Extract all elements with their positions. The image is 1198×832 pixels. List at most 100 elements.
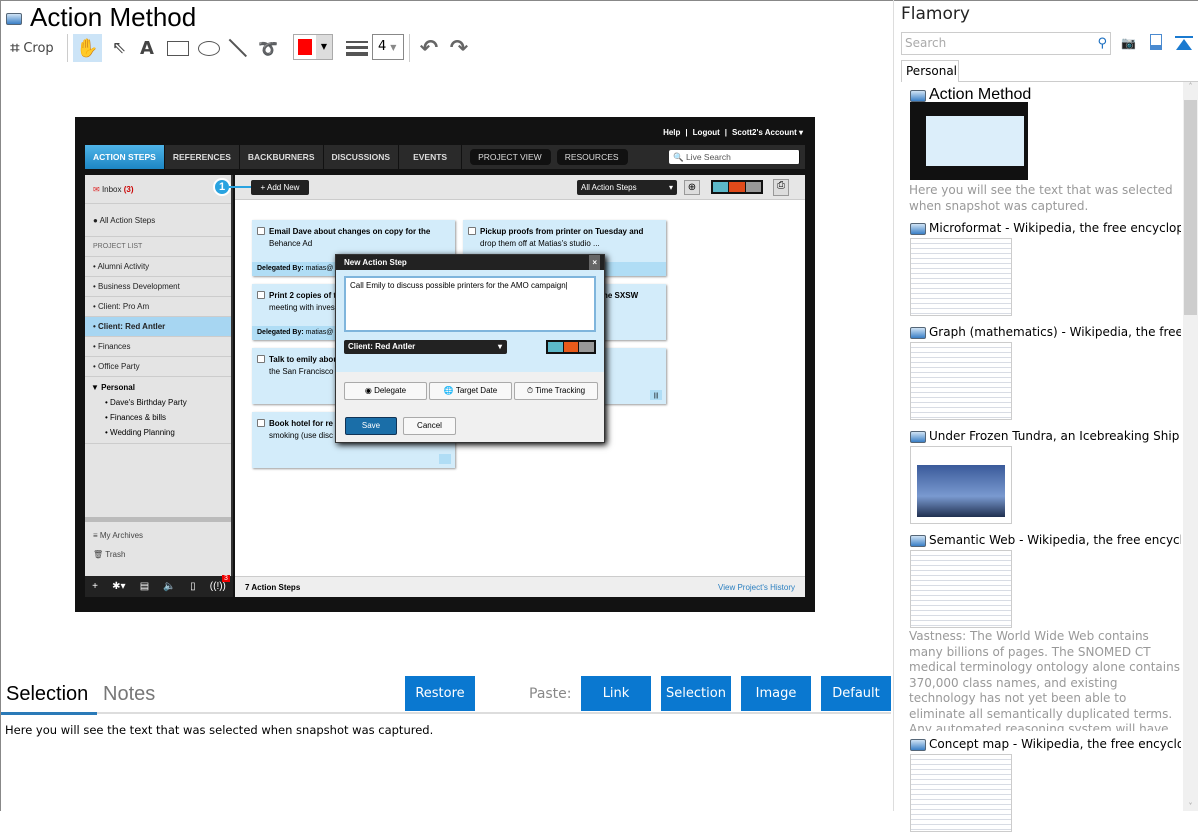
line-tool[interactable]	[226, 34, 250, 62]
resources-button[interactable]: RESOURCES	[556, 149, 628, 165]
tab-notes[interactable]: Notes	[103, 683, 155, 706]
clipboard-icon[interactable]: ▯	[190, 581, 196, 592]
snapshot-thumbnail[interactable]	[910, 446, 1012, 524]
redo-button[interactable]: ↷	[446, 34, 472, 62]
crop-button[interactable]: ⌗ Crop	[6, 34, 58, 62]
project-view-button[interactable]: PROJECT VIEW	[470, 149, 551, 165]
select-tool[interactable]: ⇖	[106, 34, 132, 62]
inbox-item[interactable]: ✉ Inbox (3)	[85, 175, 231, 204]
tab-action-steps[interactable]: ACTION STEPS	[85, 145, 165, 169]
tab-references[interactable]: REFERENCES	[165, 145, 240, 169]
snapshot-title[interactable]: Graph (mathematics) - Wikipedia, the fre…	[929, 325, 1181, 339]
snapshot-thumbnail[interactable]	[910, 102, 1028, 180]
search-icon[interactable]: ⚲	[1097, 36, 1107, 51]
close-icon[interactable]: ×	[589, 255, 600, 270]
color-label-picker[interactable]	[546, 340, 596, 354]
snapshot-thumbnail[interactable]	[910, 238, 1012, 316]
paste-selection-button[interactable]: Selection	[661, 676, 731, 711]
color-filter[interactable]	[711, 180, 763, 194]
checkbox[interactable]	[257, 291, 265, 299]
project-item[interactable]: • Client: Pro Am	[85, 297, 231, 317]
page-icon	[910, 223, 926, 235]
snapshot-title[interactable]: Semantic Web - Wikipedia, the free encyc…	[929, 533, 1181, 547]
project-item[interactable]: • Finances	[85, 337, 231, 357]
snapshot-thumbnail[interactable]	[910, 342, 1012, 420]
tab-personal[interactable]: Personal	[901, 60, 959, 82]
tab-selection[interactable]: Selection	[6, 683, 88, 706]
tab-divider	[1, 712, 891, 714]
alert-icon[interactable]: ((!)) 3	[210, 575, 230, 592]
target-icon[interactable]: ⊕	[684, 180, 700, 195]
gear-icon[interactable]: ✱▾	[112, 581, 125, 592]
archives-link[interactable]: ≡ My Archives	[93, 531, 143, 540]
paste-default-button[interactable]: Default	[821, 676, 891, 711]
project-item-selected[interactable]: • Client: Red Antler	[85, 317, 231, 337]
account-menu[interactable]: Scott2's Account ▾	[732, 128, 803, 137]
all-steps-label: All Action Steps	[99, 216, 156, 225]
add-icon[interactable]: +	[92, 581, 98, 592]
notes-icon[interactable]	[439, 454, 451, 464]
checkbox[interactable]	[468, 227, 476, 235]
print-icon[interactable]: ⎙	[773, 179, 789, 196]
sidebar-search-input[interactable]: Search ⚲	[901, 32, 1111, 55]
target-date-button[interactable]: 🌐 Target Date	[429, 382, 512, 400]
tab-events[interactable]: EVENTS	[399, 145, 463, 169]
project-item[interactable]: • Finances & bills	[91, 410, 225, 425]
personal-toggle[interactable]: ▼ Personal	[91, 380, 225, 395]
delegate-button[interactable]: ◉ Delegate	[344, 382, 427, 400]
live-search-input[interactable]: 🔍 Live Search	[669, 150, 800, 164]
notes-icon[interactable]: |||	[650, 390, 662, 400]
document-icon[interactable]	[1150, 34, 1162, 50]
line-width-select[interactable]: 4 ▼	[372, 34, 404, 60]
tab-discussions[interactable]: DISCUSSIONS	[324, 145, 400, 169]
restore-button[interactable]: Restore	[405, 676, 475, 711]
list-icon[interactable]: ▤	[140, 581, 149, 592]
undo-button[interactable]: ↶	[416, 34, 442, 62]
scroll-up-icon[interactable]: ˄	[1183, 82, 1198, 91]
help-link[interactable]: Help	[663, 128, 680, 137]
trash-link[interactable]: 🗑 Trash	[93, 550, 125, 559]
add-new-button[interactable]: + Add New	[251, 180, 309, 195]
time-tracking-label: Time Tracking	[535, 386, 586, 395]
save-button[interactable]: Save	[345, 417, 397, 435]
checkbox[interactable]	[257, 227, 265, 235]
project-history-link[interactable]: View Project's History	[718, 577, 795, 598]
color-picker[interactable]: ▼	[293, 34, 333, 60]
text-tool[interactable]: A	[136, 34, 158, 62]
project-item[interactable]: • Alumni Activity	[85, 257, 231, 277]
action-text-input[interactable]: Call Emily to discuss possible printers …	[344, 276, 596, 332]
card-title: Print 2 copies of t	[269, 291, 337, 300]
snapshot-title[interactable]: Under Frozen Tundra, an Icebreaking Ship…	[929, 429, 1181, 443]
snapshot-title[interactable]: Microformat - Wikipedia, the free encycl…	[929, 221, 1181, 235]
project-dropdown[interactable]: Client: Red Antler ▾	[344, 340, 507, 354]
rectangle-tool[interactable]	[164, 34, 192, 62]
checkbox[interactable]	[257, 355, 265, 363]
speaker-icon[interactable]: 🔈	[163, 581, 175, 592]
filter-dropdown[interactable]: All Action Steps ▾	[577, 180, 677, 195]
cancel-button[interactable]: Cancel	[403, 417, 456, 435]
snapshot-thumbnail[interactable]	[910, 550, 1012, 628]
collapse-top-icon[interactable]	[1175, 36, 1193, 51]
snapshot-thumbnail[interactable]	[910, 754, 1012, 832]
project-item[interactable]: • Business Development	[85, 277, 231, 297]
scroll-down-icon[interactable]: ˅	[1183, 802, 1198, 811]
freehand-tool[interactable]: ➰	[256, 34, 280, 62]
project-label: Finances & bills	[110, 413, 167, 422]
project-item[interactable]: • Wedding Planning	[91, 425, 225, 440]
tab-backburners[interactable]: BACKBURNERS	[240, 145, 324, 169]
resize-handle[interactable]	[85, 517, 231, 522]
scrollbar-thumb[interactable]	[1184, 100, 1197, 315]
snapshot-title[interactable]: Concept map - Wikipedia, the free encycl…	[929, 737, 1181, 751]
paste-link-button[interactable]: Link	[581, 676, 651, 711]
camera-icon[interactable]: 📷	[1121, 36, 1136, 50]
ellipse-tool[interactable]	[195, 34, 223, 62]
checkbox[interactable]	[257, 419, 265, 427]
project-item[interactable]: • Office Party	[85, 357, 231, 377]
paste-image-button[interactable]: Image	[741, 676, 811, 711]
all-action-steps-item[interactable]: ● All Action Steps	[85, 204, 231, 237]
hand-tool[interactable]: ✋	[73, 34, 102, 62]
project-item[interactable]: • Dave's Birthday Party	[91, 395, 225, 410]
scrollbar[interactable]: ˄ ˅	[1183, 82, 1198, 811]
time-tracking-button[interactable]: ⏱ Time Tracking	[514, 382, 598, 400]
logout-link[interactable]: Logout	[693, 128, 720, 137]
